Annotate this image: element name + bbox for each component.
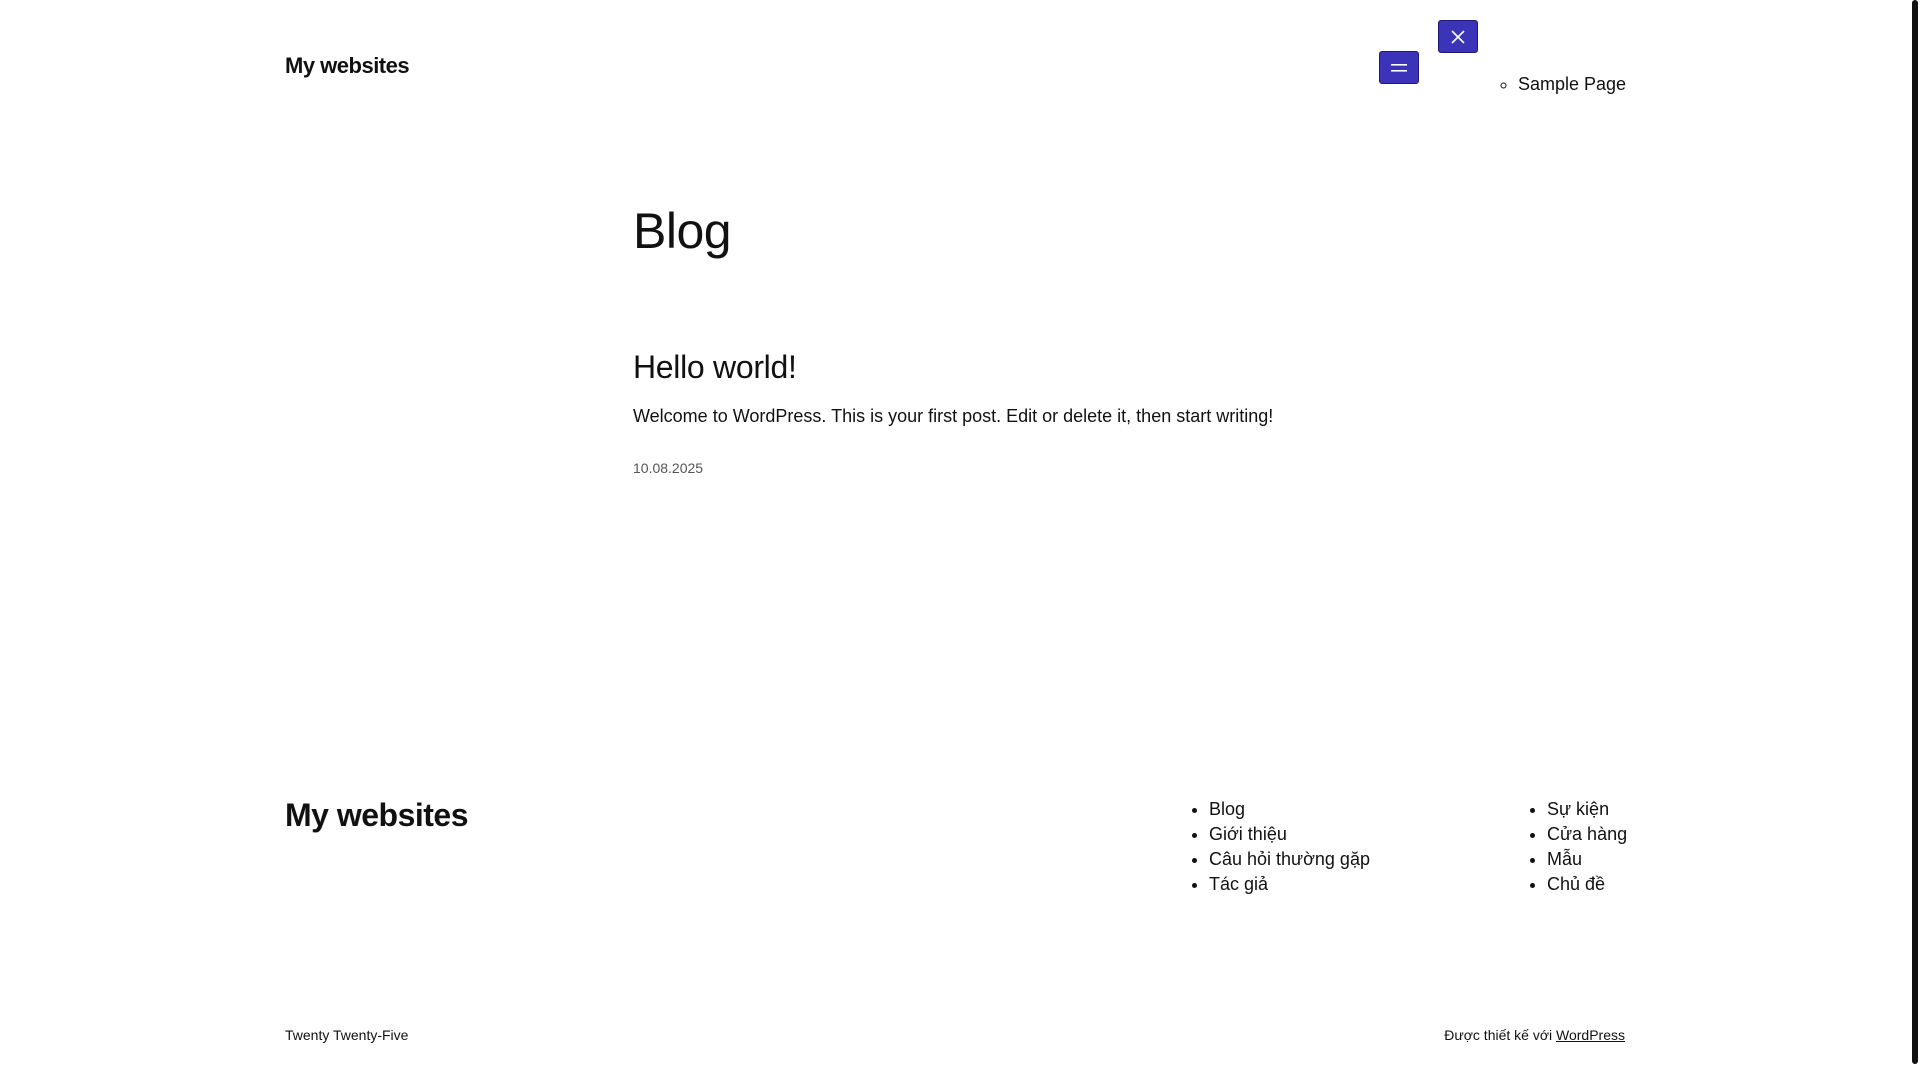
footer-credit: Được thiết kế với WordPress [1444, 1027, 1625, 1043]
site-title-link[interactable]: My websites [285, 53, 410, 79]
wordpress-link[interactable]: WordPress [1556, 1027, 1625, 1043]
post-title: Hello world! [633, 348, 797, 386]
nav-link-sample-page[interactable]: Sample Page [1518, 74, 1626, 94]
footer-site-title[interactable]: My websites [285, 797, 469, 833]
menu-close-button[interactable] [1438, 20, 1478, 53]
header-nav-item: Sample Page [1518, 73, 1626, 95]
footer-link-authors[interactable]: Tác giả [1209, 874, 1268, 894]
list-item: Cửa hàng [1547, 822, 1627, 847]
menu-open-button[interactable] [1379, 51, 1419, 84]
footer-link-blog[interactable]: Blog [1209, 799, 1245, 819]
post-date[interactable]: 10.08.2025 [633, 460, 703, 476]
list-item: Chủ đề [1547, 872, 1627, 897]
footer-link-events[interactable]: Sự kiện [1547, 799, 1609, 819]
list-item: Giới thiệu [1209, 822, 1370, 847]
footer-navigation-primary: Blog Giới thiệu Câu hỏi thường gặp Tác g… [1209, 797, 1370, 897]
list-item: Blog [1209, 797, 1370, 822]
hamburger-icon [1391, 63, 1407, 72]
footer-navigation-secondary: Sự kiện Cửa hàng Mẫu Chủ đề [1547, 797, 1627, 897]
close-icon [1451, 29, 1465, 44]
post-title-link[interactable]: Hello world! [633, 349, 797, 385]
scrollbar-thumb[interactable] [1912, 0, 1918, 1064]
footer-link-patterns[interactable]: Mẫu [1547, 849, 1582, 869]
list-item: Sự kiện [1547, 797, 1627, 822]
footer-link-shop[interactable]: Cửa hàng [1547, 824, 1627, 844]
post-excerpt: Welcome to WordPress. This is your first… [633, 406, 1274, 426]
footer-theme-name: Twenty Twenty-Five [285, 1027, 409, 1043]
footer-credit-text: Được thiết kế với [1444, 1027, 1557, 1043]
footer-link-faq[interactable]: Câu hỏi thường gặp [1209, 849, 1370, 869]
page-title: Blog [633, 203, 732, 259]
list-item: Câu hỏi thường gặp [1209, 847, 1370, 872]
footer-link-themes[interactable]: Chủ đề [1547, 874, 1605, 894]
header-navigation: Sample Page [1518, 73, 1626, 95]
list-item: Mẫu [1547, 847, 1627, 872]
footer-link-about[interactable]: Giới thiệu [1209, 824, 1287, 844]
list-item: Tác giả [1209, 872, 1370, 897]
